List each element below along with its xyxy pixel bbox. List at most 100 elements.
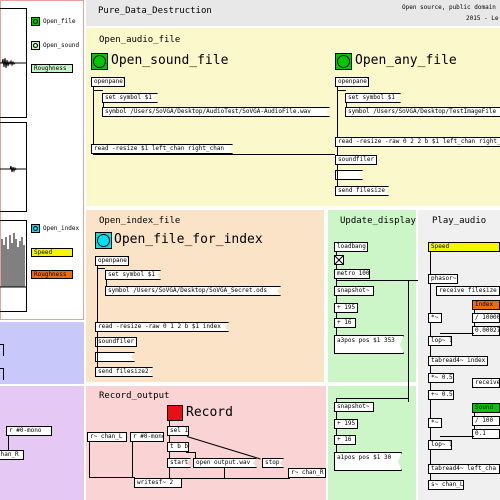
value-01-box[interactable]: 0.1: [472, 429, 500, 439]
wire: [224, 468, 225, 478]
read-any-message[interactable]: read -resize -raw 0 2 2 b $1 left_chan r…: [335, 137, 500, 147]
plus-16-object-1[interactable]: + 16: [334, 318, 356, 328]
open-audio-title: Open_audio_file: [99, 35, 181, 45]
r-chan-l-object[interactable]: r~ chan_L: [87, 432, 127, 442]
wire: [337, 165, 338, 186]
openpanel-object-3[interactable]: openpanel: [95, 256, 129, 266]
tabread-index-object[interactable]: tabread4~ index: [428, 356, 488, 366]
wire: [408, 281, 409, 402]
lop-object-1[interactable]: lop~ 1: [428, 336, 452, 346]
open-file-button[interactable]: [31, 17, 40, 26]
wire: [336, 280, 430, 281]
roughness-slider[interactable]: Roughness: [31, 64, 73, 73]
left-blue-panel: [0, 322, 84, 384]
tabread-left-object[interactable]: tabread4~ left_cha: [428, 464, 500, 474]
plus-195-object-2[interactable]: + 195: [334, 419, 358, 429]
div-100-object[interactable]: / 100: [472, 416, 500, 426]
wire: [336, 398, 408, 399]
index-slider[interactable]: Index: [472, 300, 500, 310]
open-index-button[interactable]: [31, 224, 40, 233]
send-chan-object[interactable]: s~ chan_L: [428, 480, 464, 490]
path-any-message[interactable]: symbol /Users/SoVGA/Desktop/TestImageFil…: [345, 107, 500, 117]
open-any-file-button[interactable]: [335, 53, 352, 70]
r-chan-r-object[interactable]: r~ chan_R: [288, 468, 326, 478]
send-filesize-message[interactable]: send filesize: [335, 186, 389, 196]
receive-object-2[interactable]: receive: [472, 378, 500, 388]
writesf-object[interactable]: writesf~ 2: [134, 478, 182, 488]
wire: [336, 398, 337, 402]
wire: [430, 346, 431, 356]
roughness-slider-2[interactable]: Roughness: [31, 270, 73, 279]
open-any-file-label: Open_any_file: [355, 53, 457, 68]
openpanel-object-1[interactable]: openpanel: [91, 77, 125, 87]
div-10000-object[interactable]: / 10000: [472, 313, 500, 323]
wire: [440, 436, 474, 437]
empty-message[interactable]: [335, 170, 363, 180]
multiply-object-1[interactable]: *~: [428, 313, 442, 323]
wire: [474, 323, 475, 326]
wire: [89, 477, 135, 478]
wire: [3, 344, 4, 356]
path-sound-message[interactable]: symbol /Users/SoVGA/Desktop/AudioTest/So…: [102, 107, 330, 117]
path-index-message[interactable]: symbol /Users/SoVGA/Desktop/SoVGA_Secret…: [105, 286, 281, 296]
record-label: Record: [186, 405, 233, 420]
phasor-object[interactable]: phasor~: [428, 274, 458, 284]
plus-16-object-2[interactable]: + 16: [334, 435, 356, 445]
empty-message-2[interactable]: [95, 352, 135, 362]
speed-slider[interactable]: Speed: [31, 248, 73, 257]
play-speed-slider[interactable]: Speed: [428, 242, 500, 252]
value-00027-box[interactable]: 0.00027: [472, 326, 500, 336]
wire: [336, 296, 337, 303]
send-filesize2-message[interactable]: send filesize2: [95, 367, 153, 377]
set-symbol-message-2[interactable]: set symbol $1: [345, 93, 401, 103]
open-sound-file-label: Open_sound_file: [111, 53, 229, 68]
record-output-title: Record_output: [99, 391, 170, 401]
openpanel-object-2[interactable]: openpanel: [335, 77, 369, 87]
open-sound-file-button[interactable]: [91, 53, 108, 70]
set-symbol-message-3[interactable]: set symbol $1: [105, 270, 161, 280]
page-title: Pure_Data_Destruction: [98, 6, 212, 16]
soundfiler-object-2[interactable]: soundfiler: [95, 337, 137, 347]
sel-1-object[interactable]: sel 1: [167, 426, 189, 436]
wire: [97, 266, 98, 322]
open-output-message[interactable]: open output.wav: [193, 458, 257, 468]
wire: [474, 426, 475, 429]
set-symbol-message-1[interactable]: set symbol $1: [102, 93, 158, 103]
metro-toggle[interactable]: [334, 255, 344, 265]
chan-r-object[interactable]: chan_R: [0, 450, 24, 460]
snapshot-object-1[interactable]: snapshot~: [334, 286, 374, 296]
r-mono-object[interactable]: r #0-mono: [6, 426, 52, 436]
update-display-title: Update_display: [340, 216, 416, 226]
open-file-for-index-button[interactable]: [95, 232, 112, 249]
pos-message-2[interactable]: a1pos pos $1 30: [334, 452, 402, 471]
wire: [430, 366, 431, 373]
wire: [440, 333, 474, 334]
loadbang-object[interactable]: loadbang: [334, 242, 368, 252]
open-index-label: Open_index: [43, 225, 80, 232]
wire: [169, 452, 170, 458]
wire: [169, 421, 170, 426]
sound-slider[interactable]: Sound: [472, 403, 500, 413]
waveform-display-2: [0, 122, 27, 212]
index-slider-label: Index: [475, 301, 494, 308]
plus-195-object-1[interactable]: + 195: [334, 303, 358, 313]
record-toggle[interactable]: [167, 405, 183, 421]
r-0-mono-object[interactable]: r #0-mono: [130, 432, 164, 442]
receive-filesize-object[interactable]: receive filesize: [436, 286, 500, 296]
read-sound-message[interactable]: read -resize $1 left_chan right_chan: [91, 144, 233, 154]
lop-object-2[interactable]: lop~ 1: [428, 440, 452, 450]
metro-object[interactable]: metro 100: [334, 269, 370, 279]
t-b-b-object[interactable]: t b b: [167, 442, 189, 452]
pos-message-1[interactable]: a3pos pos $1 353: [334, 335, 404, 354]
plus-05-object[interactable]: +~ 0.5: [428, 390, 454, 400]
wire: [430, 323, 431, 336]
multiply-object-2[interactable]: *~: [428, 418, 442, 428]
open-sound-button[interactable]: [31, 41, 40, 50]
wire: [336, 313, 337, 318]
multiply-05-object[interactable]: *~ 0.5: [428, 373, 454, 383]
read-index-message[interactable]: read -resize -raw 0 1 2 b $1 index: [95, 322, 229, 332]
soundfiler-object-1[interactable]: soundfiler: [335, 155, 377, 165]
snapshot-object-2[interactable]: snapshot~: [334, 402, 374, 412]
wire: [169, 436, 170, 442]
wire: [93, 87, 94, 144]
